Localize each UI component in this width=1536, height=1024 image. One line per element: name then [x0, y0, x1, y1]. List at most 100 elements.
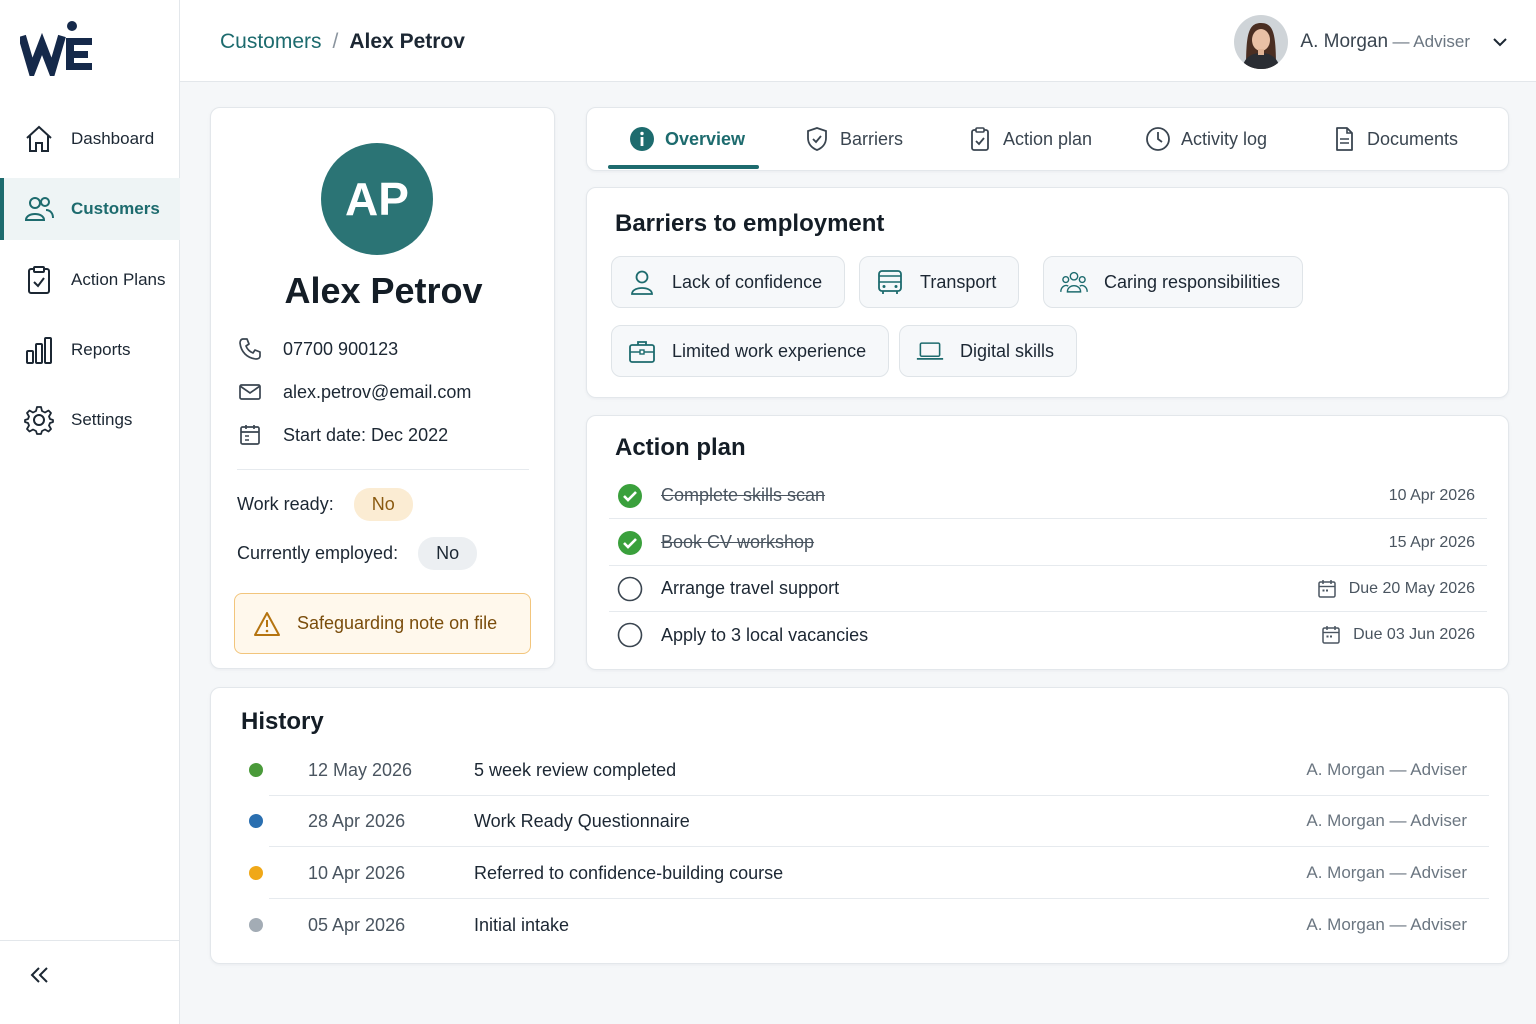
- sidebar-item-label: Reports: [71, 340, 131, 359]
- double-chevron-left-icon: [30, 967, 48, 983]
- history-event: Work Ready Questionnaire: [474, 810, 690, 831]
- customer-name: Alex Petrov: [284, 270, 483, 311]
- action-item-label: Book CV workshop: [661, 532, 815, 552]
- unchecked-circle-icon[interactable]: [617, 622, 643, 648]
- calendar-icon: [1317, 579, 1336, 598]
- breadcrumb-separator: /: [332, 30, 339, 53]
- tab-label: Barriers: [840, 128, 904, 149]
- sidebar-item-dashboard[interactable]: Dashboard: [0, 108, 180, 170]
- user-name: A. Morgan: [1300, 31, 1389, 52]
- barrier-chip-work-experience[interactable]: Limited work experience: [611, 325, 890, 377]
- breadcrumb-current: Alex Petrov: [349, 30, 465, 53]
- collapse-sidebar-button[interactable]: [24, 960, 54, 990]
- user-role: — Adviser: [1392, 32, 1470, 51]
- phone-icon: [237, 336, 263, 362]
- tab-activity-log[interactable]: Activity log: [1145, 108, 1267, 170]
- history-row[interactable]: 05 Apr 2026 Initial intake A. Morgan — A…: [239, 899, 1489, 951]
- warning-icon: [254, 611, 280, 636]
- email-row: alex.petrov@email.com: [237, 379, 471, 405]
- barrier-label: Digital skills: [960, 340, 1055, 361]
- history-date: 12 May 2026: [308, 759, 413, 780]
- customer-start-date: Start date: Dec 2022: [283, 424, 449, 445]
- history-author: A. Morgan — Adviser: [1306, 863, 1467, 882]
- status-dot: [249, 814, 263, 828]
- calendar-icon: [237, 422, 263, 448]
- barrier-label: Lack of confidence: [672, 271, 823, 292]
- barrier-label: Transport: [920, 271, 997, 292]
- breadcrumb: Customers / Alex Petrov: [220, 30, 465, 54]
- sidebar-item-reports[interactable]: Reports: [0, 319, 180, 381]
- action-item: Apply to 3 local vacancies Due 03 Jun 20…: [609, 612, 1487, 658]
- customer-avatar: AP: [321, 143, 433, 255]
- customer-email[interactable]: alex.petrov@email.com: [283, 382, 471, 403]
- tab-action-plan[interactable]: Action plan: [967, 108, 1092, 170]
- customer-phone[interactable]: 07700 900123: [283, 339, 398, 360]
- history-event: Referred to confidence-building course: [474, 862, 784, 883]
- checked-circle-icon[interactable]: [617, 530, 643, 556]
- user-menu[interactable]: A. Morgan — Adviser: [1234, 14, 1510, 70]
- person-icon: [628, 268, 656, 296]
- safeguarding-alert[interactable]: Safeguarding note on file: [234, 593, 531, 654]
- customer-profile-card: AP Alex Petrov 07700 900123 alex.petrov@…: [210, 107, 555, 669]
- sidebar-item-settings[interactable]: Settings: [0, 389, 180, 451]
- history-author: A. Morgan — Adviser: [1306, 811, 1467, 830]
- history-event: 5 week review completed: [474, 759, 677, 780]
- employed-badge: No: [418, 537, 478, 570]
- briefcase-icon: [628, 337, 656, 365]
- employed-row: Currently employed: No: [237, 537, 478, 570]
- sidebar-item-label: Action Plans: [71, 270, 166, 289]
- barriers-title: Barriers to employment: [615, 210, 885, 237]
- action-item: Arrange travel support Due 20 May 2026: [609, 566, 1487, 612]
- history-author: A. Morgan — Adviser: [1306, 915, 1467, 934]
- barrier-chip-confidence[interactable]: Lack of confidence: [611, 256, 846, 308]
- action-plan-title: Action plan: [615, 434, 746, 461]
- sidebar-item-customers[interactable]: Customers: [0, 178, 180, 240]
- action-item-label: Complete skills scan: [661, 485, 826, 505]
- history-title: History: [241, 708, 324, 735]
- clock-icon: [1145, 126, 1171, 152]
- history-date: 10 Apr 2026: [308, 862, 406, 883]
- top-bar: Customers / Alex Petrov A. Morgan — Advi…: [180, 0, 1536, 82]
- sidebar-item-action-plans[interactable]: Action Plans: [0, 249, 180, 311]
- work-ready-row: Work ready: No: [237, 488, 413, 521]
- active-tab-indicator: [608, 165, 759, 169]
- status-dot: [249, 918, 263, 932]
- history-row[interactable]: 12 May 2026 5 week review completed A. M…: [239, 744, 1489, 796]
- work-ready-badge: No: [353, 488, 413, 521]
- clipboard-icon: [24, 265, 54, 295]
- sidebar-item-label: Dashboard: [71, 129, 155, 148]
- action-item: Book CV workshop 15 Apr 2026: [609, 520, 1487, 566]
- tab-label: Activity log: [1181, 128, 1268, 149]
- history-date: 28 Apr 2026: [308, 810, 406, 831]
- work-ready-label: Work ready:: [237, 494, 334, 514]
- start-date-row: Start date: Dec 2022: [237, 422, 448, 448]
- phone-row: 07700 900123: [237, 336, 398, 362]
- history-row[interactable]: 28 Apr 2026 Work Ready Questionnaire A. …: [239, 795, 1489, 847]
- status-dot: [249, 763, 263, 777]
- history-event: Initial intake: [474, 914, 570, 935]
- tab-label: Documents: [1367, 128, 1459, 149]
- customer-tabs: Overview Barriers Action plan Activity l…: [586, 107, 1509, 171]
- unchecked-circle-icon[interactable]: [617, 576, 643, 602]
- history-date: 05 Apr 2026: [308, 914, 406, 935]
- tab-documents[interactable]: Documents: [1331, 108, 1458, 170]
- action-item-date: Due 03 Jun 2026: [1321, 625, 1475, 645]
- clipboard-check-icon: [967, 126, 993, 152]
- tab-overview[interactable]: Overview: [629, 108, 745, 170]
- barrier-chip-transport[interactable]: Transport: [859, 256, 1020, 308]
- status-dot: [249, 866, 263, 880]
- group-icon: [1060, 268, 1088, 296]
- breadcrumb-customers-link[interactable]: Customers: [220, 30, 322, 54]
- checked-circle-icon[interactable]: [617, 483, 643, 509]
- action-item-label: Arrange travel support: [661, 578, 840, 598]
- barrier-chip-caring[interactable]: Caring responsibilities: [1043, 256, 1304, 308]
- tab-barriers[interactable]: Barriers: [804, 108, 903, 170]
- brand-logo[interactable]: [18, 20, 96, 83]
- shield-icon: [804, 126, 830, 152]
- history-row[interactable]: 10 Apr 2026 Referred to confidence-build…: [239, 847, 1489, 899]
- action-item-label: Apply to 3 local vacancies: [661, 624, 869, 645]
- action-item-date: 15 Apr 2026: [1388, 533, 1475, 551]
- calendar-icon: [1322, 626, 1340, 644]
- barrier-label: Caring responsibilities: [1104, 271, 1281, 292]
- barrier-chip-digital-skills[interactable]: Digital skills: [899, 325, 1078, 377]
